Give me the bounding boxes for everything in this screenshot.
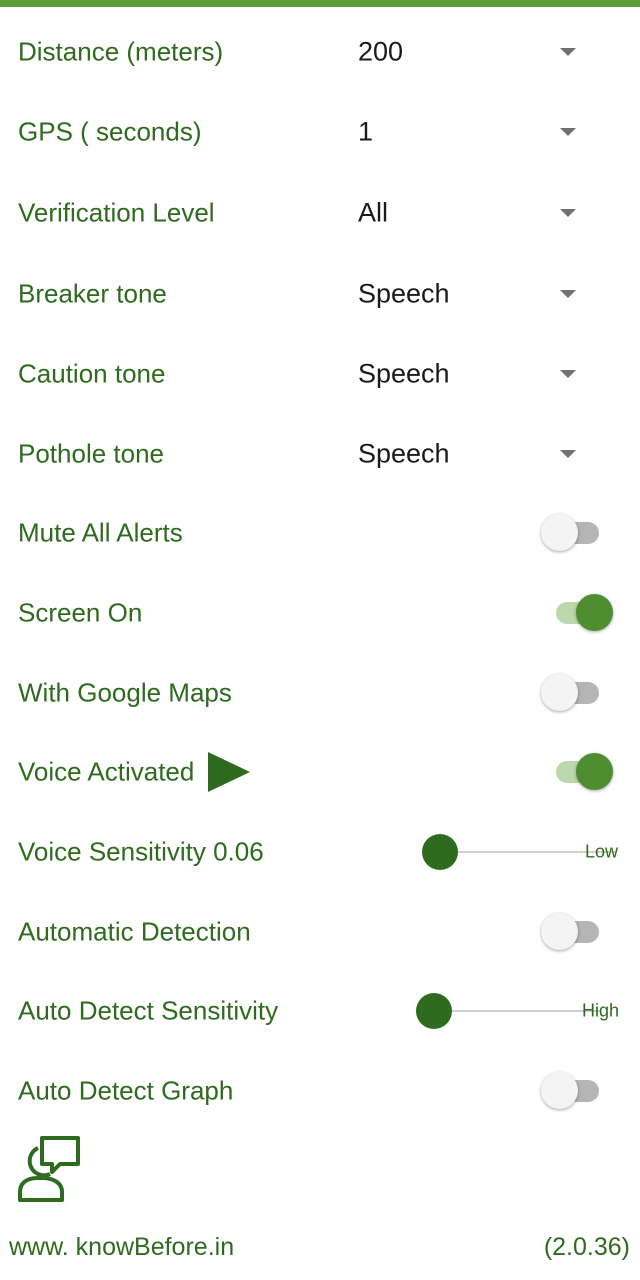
setting-label: Automatic Detection bbox=[18, 916, 251, 947]
voice-sensitivity-slider[interactable]: Low bbox=[420, 822, 625, 882]
automatic-detection-toggle[interactable] bbox=[541, 912, 601, 952]
setting-label: Voice Activated bbox=[18, 756, 195, 787]
dropdown-arrow-icon bbox=[560, 370, 576, 378]
google-maps-toggle[interactable] bbox=[541, 673, 601, 713]
dropdown-arrow-icon bbox=[560, 450, 576, 458]
setting-label: Screen On bbox=[18, 597, 143, 628]
mute-all-alerts-toggle[interactable] bbox=[541, 513, 601, 553]
dropdown-arrow-icon bbox=[560, 209, 576, 217]
setting-mute-all-alerts: Mute All Alerts bbox=[0, 503, 640, 563]
slider-end-label: Low bbox=[585, 841, 619, 862]
dropdown-arrow-icon bbox=[560, 48, 576, 56]
verification-level-dropdown[interactable]: All bbox=[330, 183, 590, 243]
toggle-thumb bbox=[576, 753, 613, 790]
dropdown-value: Speech bbox=[358, 358, 450, 389]
setting-voice-activated: Voice Activated bbox=[0, 742, 640, 802]
dropdown-arrow-icon bbox=[560, 290, 576, 298]
auto-detect-graph-toggle[interactable] bbox=[541, 1071, 601, 1111]
auto-detect-sensitivity-slider[interactable]: High bbox=[414, 981, 626, 1041]
slider-thumb[interactable] bbox=[422, 834, 458, 870]
setting-label: Mute All Alerts bbox=[18, 517, 183, 548]
dropdown-value: Speech bbox=[358, 438, 450, 469]
dropdown-value: 200 bbox=[358, 36, 404, 67]
setting-auto-detect-sensitivity: Auto Detect Sensitivity High bbox=[0, 981, 640, 1041]
toggle-thumb bbox=[541, 514, 578, 551]
dropdown-value: All bbox=[358, 197, 389, 228]
slider-track bbox=[432, 1010, 600, 1012]
setting-screen-on: Screen On bbox=[0, 583, 640, 643]
toggle-thumb bbox=[541, 674, 578, 711]
dropdown-arrow-icon bbox=[560, 128, 576, 136]
setting-automatic-detection: Automatic Detection bbox=[0, 902, 640, 962]
toggle-thumb bbox=[541, 1072, 578, 1109]
setting-label: Auto Detect Graph bbox=[18, 1075, 234, 1106]
screen-on-toggle[interactable] bbox=[556, 593, 616, 633]
setting-verification-level: Verification Level All bbox=[0, 183, 640, 243]
gps-dropdown[interactable]: 1 bbox=[330, 102, 590, 162]
website-link[interactable]: www. knowBefore.in bbox=[9, 1233, 234, 1262]
toggle-thumb bbox=[541, 913, 578, 950]
setting-label: Breaker tone bbox=[18, 278, 167, 309]
setting-pothole-tone: Pothole tone Speech bbox=[0, 424, 640, 484]
toggle-thumb bbox=[576, 594, 613, 631]
setting-label: Verification Level bbox=[18, 197, 215, 228]
top-accent-bar bbox=[0, 0, 640, 7]
setting-label: Pothole tone bbox=[18, 438, 165, 469]
setting-label: Auto Detect Sensitivity bbox=[18, 995, 279, 1026]
setting-label: With Google Maps bbox=[18, 677, 232, 708]
dropdown-value: 1 bbox=[358, 116, 374, 147]
setting-gps: GPS ( seconds) 1 bbox=[0, 102, 640, 162]
setting-caution-tone: Caution tone Speech bbox=[0, 344, 640, 404]
app-version: (2.0.36) bbox=[543, 1233, 630, 1261]
distance-dropdown[interactable]: 200 bbox=[330, 22, 590, 82]
voice-activated-toggle[interactable] bbox=[556, 752, 616, 792]
slider-thumb[interactable] bbox=[416, 993, 452, 1029]
pothole-tone-dropdown[interactable]: Speech bbox=[330, 424, 590, 484]
setting-auto-detect-graph: Auto Detect Graph bbox=[0, 1061, 640, 1121]
breaker-tone-dropdown[interactable]: Speech bbox=[330, 264, 590, 324]
play-icon[interactable] bbox=[208, 752, 250, 792]
setting-label: Distance (meters) bbox=[18, 36, 224, 67]
dropdown-value: Speech bbox=[358, 278, 450, 309]
setting-label: Caution tone bbox=[18, 358, 166, 389]
setting-label: GPS ( seconds) bbox=[18, 116, 202, 147]
caution-tone-dropdown[interactable]: Speech bbox=[330, 344, 590, 404]
setting-label: Voice Sensitivity 0.06 bbox=[18, 836, 264, 867]
setting-distance: Distance (meters) 200 bbox=[0, 22, 640, 82]
feedback-icon[interactable] bbox=[16, 1134, 82, 1202]
setting-google-maps: With Google Maps bbox=[0, 663, 640, 723]
slider-end-label: High bbox=[582, 1000, 620, 1021]
setting-breaker-tone: Breaker tone Speech bbox=[0, 264, 640, 324]
setting-voice-sensitivity: Voice Sensitivity 0.06 Low bbox=[0, 822, 640, 882]
